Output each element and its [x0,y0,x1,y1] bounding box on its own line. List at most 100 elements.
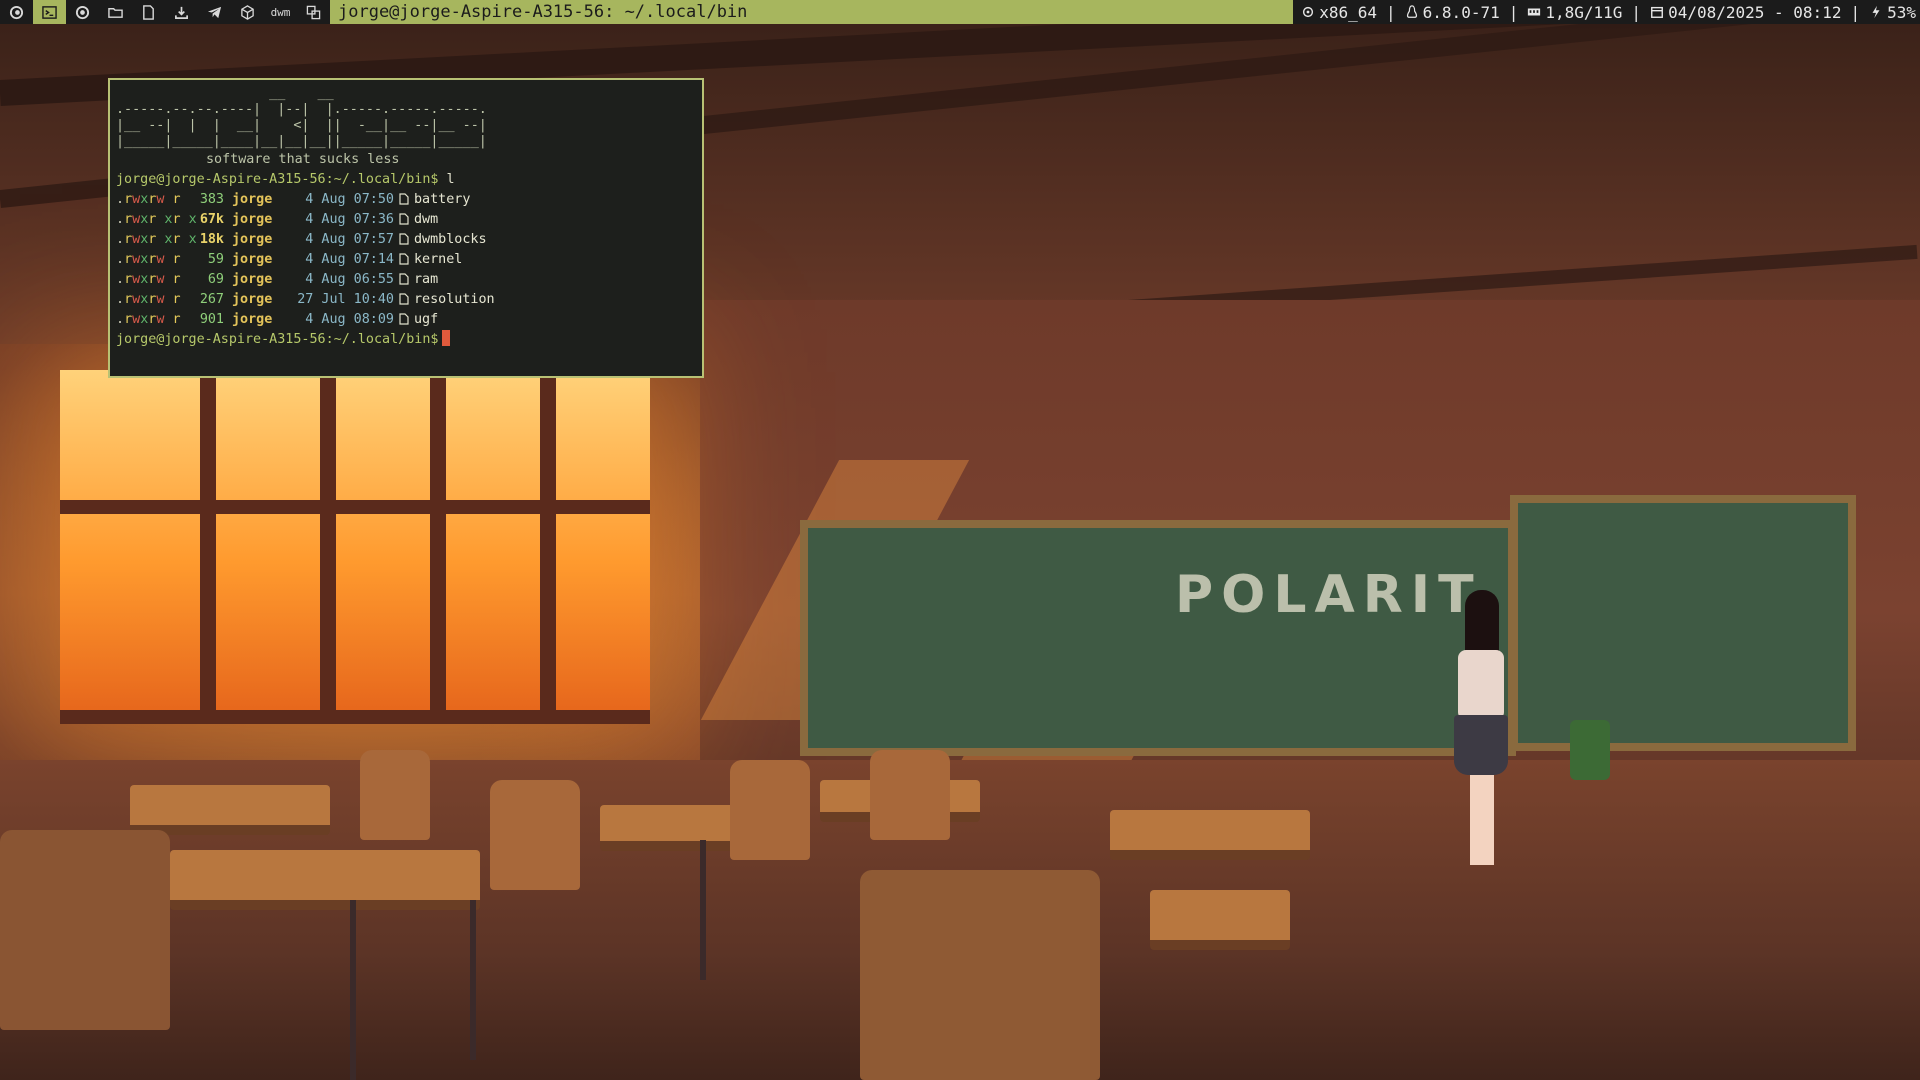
terminal-icon[interactable] [33,0,66,24]
file-icon [394,250,414,270]
window-title: jorge@jorge-Aspire-A315-56: ~/.local/bin [338,2,748,22]
student-legs [1470,775,1494,865]
status-blocks: x86_64 | 6.8.0-71 | 1,8G/11G | 04/08/202… [1293,0,1920,24]
window-frame [540,370,556,720]
suckless-ascii-logo: __ __ .-----.--.--.----| |--| |.-----.--… [116,86,487,149]
battery-block: 53% [1869,3,1916,22]
file-name[interactable]: dwmblocks [414,230,487,250]
status-separator: | [1508,2,1519,22]
wallpaper-plant [1570,720,1610,780]
wallpaper-desk [130,785,330,835]
telegram-icon[interactable] [198,0,231,24]
memory-icon [1528,8,1541,16]
window-title-bar[interactable]: jorge@jorge-Aspire-A315-56: ~/.local/bin [330,0,1294,24]
document-icon[interactable] [132,0,165,24]
top-bar: dwm jorge@jorge-Aspire-A315-56: ~/.local… [0,0,1920,24]
file-permissions: .rwxr xr x [116,232,197,247]
ram-value: 1,8G/11G [1545,2,1623,22]
windows-icon[interactable] [297,0,330,24]
wallpaper-student [1450,590,1510,870]
wallpaper-chair [730,760,810,860]
wallpaper-window [60,370,650,720]
file-size: 18k [199,232,224,247]
file-icon [394,270,414,290]
file-row: .rwxr xr x 18k jorge 4 Aug 07:57 dwmblocks [116,230,696,250]
chalkboard-text: POLARIT [1175,565,1482,625]
wallpaper-chair [870,750,950,840]
calendar-icon [1651,6,1664,18]
file-owner: jorge [232,272,273,287]
file-name[interactable]: kernel [414,250,462,270]
suckless-tagline: software that sucks less [206,152,400,167]
terminal-cursor [442,330,451,346]
file-date: 4 Aug 07:36 [297,212,394,227]
terminal-window[interactable]: __ __ .-----.--.--.----| |--| |.-----.--… [108,78,704,378]
download-icon[interactable] [165,0,198,24]
cpu-icon [1303,6,1314,18]
workspace-tags: dwm [0,0,330,24]
wallpaper-chair [490,780,580,890]
battery-value: 53% [1887,2,1916,22]
file-name[interactable]: ram [414,270,438,290]
file-permissions: .rwxrw r [116,252,181,267]
file-row: .rwxrw r 383 jorge 4 Aug 07:50 battery [116,190,696,210]
file-owner: jorge [232,252,273,267]
wallpaper-chair [860,870,1100,1080]
file-icon [394,230,414,250]
shell-prompt: jorge@jorge-Aspire-A315-56:~/.local/bin$ [116,172,439,187]
file-owner: jorge [232,292,273,307]
file-name[interactable]: battery [414,190,470,210]
wallpaper-chalkboard [1510,495,1856,751]
file-row: .rwxrw r 267 jorge 27 Jul 10:40 resolution [116,290,696,310]
browser-icon[interactable] [66,0,99,24]
status-separator: | [1850,2,1861,22]
file-owner: jorge [232,192,273,207]
ram-block: 1,8G/11G [1527,3,1622,22]
desk-leg [700,840,706,980]
wallpaper-chair [360,750,430,840]
wallpaper-chair [0,830,170,1030]
file-size: 59 [207,252,224,267]
file-name[interactable]: ugf [414,310,438,330]
file-date: 4 Aug 08:09 [297,312,394,327]
file-name[interactable]: resolution [414,290,495,310]
command-line: jorge@jorge-Aspire-A315-56:~/.local/bin$… [116,170,696,190]
file-date: 27 Jul 10:40 [297,292,394,307]
shell-command: l [438,170,455,190]
cube-icon[interactable] [231,0,264,24]
arch-block: x86_64 [1301,3,1377,22]
arch-value: x86_64 [1319,2,1378,22]
file-permissions: .rwxrw r [116,292,181,307]
window-frame [200,370,216,720]
file-icon [394,190,414,210]
file-size: 69 [207,272,224,287]
file-name[interactable]: dwm [414,210,438,230]
active-prompt-line[interactable]: jorge@jorge-Aspire-A315-56:~/.local/bin$ [116,330,696,350]
file-date: 4 Aug 06:55 [297,272,394,287]
linux-tux-icon [1406,5,1417,18]
file-size: 67k [199,212,224,227]
wallpaper-desk [170,850,480,910]
window-frame [430,370,446,720]
desk-leg [350,900,356,1080]
tag-dwm[interactable]: dwm [264,0,297,24]
wallpaper-desk [1110,810,1310,860]
folder-icon[interactable] [99,0,132,24]
command-text: l [446,172,455,187]
datetime-block: 04/08/2025 - 08:12 [1650,3,1841,22]
datetime-value: 04/08/2025 - 08:12 [1668,2,1842,22]
file-size: 383 [199,192,224,207]
file-icon [394,210,414,230]
student-shirt [1458,650,1504,720]
file-owner: jorge [232,212,273,227]
kernel-value: 6.8.0-71 [1422,2,1500,22]
file-row: .rwxr xr x 67k jorge 4 Aug 07:36 dwm [116,210,696,230]
file-owner: jorge [232,312,273,327]
student-skirt [1454,715,1508,775]
file-size: 267 [199,292,224,307]
debian-swirl-icon[interactable] [0,0,33,24]
file-size: 901 [199,312,224,327]
shell-prompt: jorge@jorge-Aspire-A315-56:~/.local/bin$ [116,332,439,347]
file-listing: .rwxrw r 383 jorge 4 Aug 07:50 battery .rwx… [116,190,696,330]
file-date: 4 Aug 07:14 [297,252,394,267]
